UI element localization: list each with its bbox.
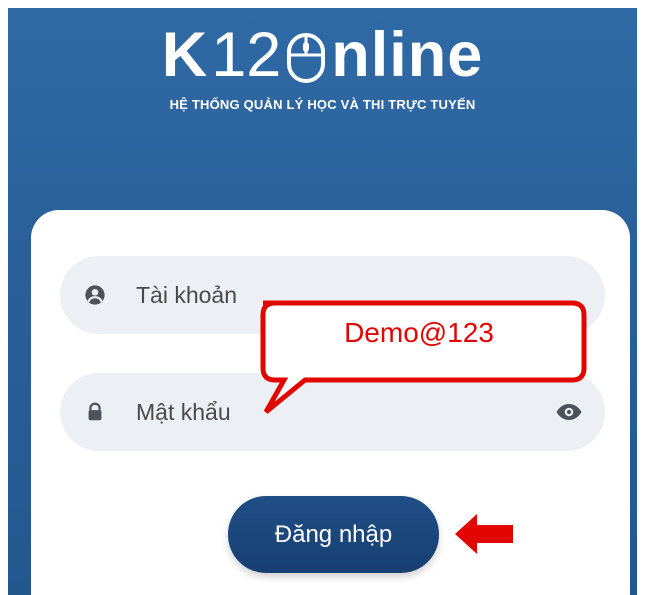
- callout-text: Demo@123: [344, 317, 494, 348]
- logo: K 12 nline HỆ THỐNG QUẢN LÝ HỌC VÀ THI T…: [0, 24, 645, 113]
- password-input[interactable]: [136, 395, 546, 429]
- eye-icon[interactable]: [555, 401, 583, 423]
- lock-icon: [88, 402, 102, 421]
- arrow-left-icon: [455, 514, 513, 554]
- logo-subtitle: HỆ THỐNG QUẢN LÝ HỌC VÀ THI TRỰC TUYẾN: [169, 97, 476, 112]
- logo-digits: 12: [211, 20, 282, 90]
- username-input[interactable]: [136, 278, 546, 312]
- login-button[interactable]: Đăng nhập: [228, 496, 439, 573]
- user-icon: [85, 285, 105, 305]
- logo-mark: K 12 nline: [162, 24, 484, 87]
- login-screen: K 12 nline HỆ THỐNG QUẢN LÝ HỌC VÀ THI T…: [0, 0, 645, 595]
- logo-suffix: nline: [331, 20, 484, 90]
- password-field[interactable]: [60, 373, 605, 451]
- logo-letter-k: K: [161, 20, 209, 90]
- mouse-icon: [287, 32, 326, 83]
